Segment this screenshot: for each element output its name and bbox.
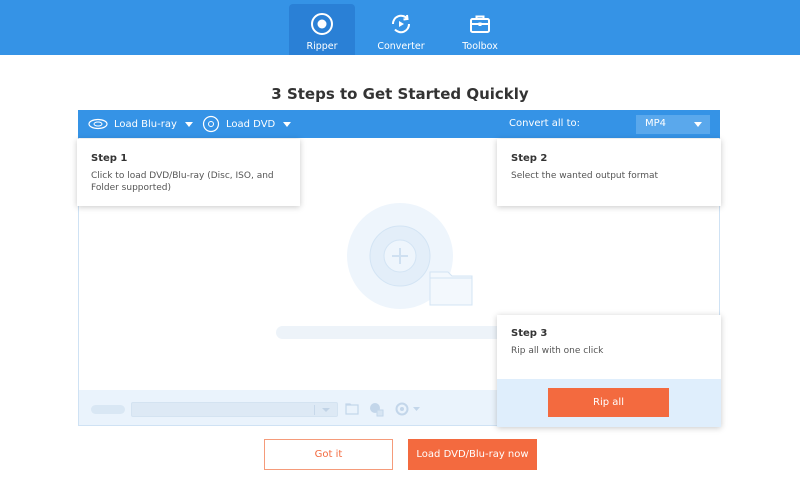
save-path-select[interactable] — [131, 402, 338, 417]
step-2-title: Step 2 — [511, 153, 548, 164]
step-1-card: Step 1 Click to load DVD/Blu-ray (Disc, … — [77, 139, 300, 206]
output-format-value: MP4 — [645, 118, 667, 129]
load-dvd-bluray-now-button[interactable]: Load DVD/Blu-ray now — [408, 439, 537, 470]
tab-ripper[interactable]: Ripper — [289, 4, 355, 55]
chevron-down-icon — [184, 121, 193, 127]
load-bluray-label: Load Blu-ray — [114, 118, 177, 130]
tab-converter[interactable]: Converter — [368, 4, 434, 55]
dvd-disc-icon — [202, 115, 220, 133]
load-bluray-button[interactable]: Load Blu-ray — [88, 110, 193, 138]
page-title: 3 Steps to Get Started Quickly — [271, 85, 529, 103]
step-3-footer: Rip all — [497, 379, 721, 427]
chevron-down-icon — [322, 408, 330, 412]
tab-converter-label: Converter — [377, 41, 425, 52]
tab-ripper-label: Ripper — [306, 41, 338, 52]
step-2-text: Select the wanted output format — [511, 171, 659, 181]
progress-track — [276, 326, 514, 339]
save-to-label-placeholder — [91, 405, 125, 414]
step-1-title: Step 1 — [91, 153, 128, 164]
step-3-title: Step 3 — [511, 328, 548, 339]
top-nav-bar: Ripper Converter Toolbox — [0, 0, 800, 55]
folder-icon[interactable] — [344, 401, 360, 417]
converter-icon — [391, 14, 411, 34]
toolbox-icon — [470, 15, 490, 33]
convert-all-label: Convert all to: — [509, 118, 580, 129]
rip-all-button[interactable]: Rip all — [548, 388, 669, 417]
chevron-down-icon — [694, 122, 702, 127]
step-3-card: Step 3 Rip all with one click Rip all — [497, 315, 721, 427]
got-it-button[interactable]: Got it — [264, 439, 393, 470]
output-format-select[interactable]: MP4 — [636, 115, 710, 134]
settings-gear-icon[interactable] — [394, 401, 424, 417]
load-dvd-button[interactable]: Load DVD — [202, 110, 292, 138]
hardware-acceleration-icon[interactable] — [368, 401, 384, 417]
step-1-text: Click to load DVD/Blu-ray (Disc, ISO, an… — [91, 171, 274, 193]
chevron-down-icon — [283, 121, 292, 127]
step-2-card: Step 2 Select the wanted output format — [497, 139, 721, 206]
bluray-disc-icon — [88, 118, 108, 130]
add-disc-illustration-icon[interactable] — [346, 202, 474, 312]
step-3-text: Rip all with one click — [511, 346, 604, 356]
load-dvd-label: Load DVD — [226, 118, 276, 130]
ripper-icon — [311, 13, 333, 35]
tab-toolbox-label: Toolbox — [462, 41, 498, 52]
tab-toolbox[interactable]: Toolbox — [447, 4, 513, 55]
